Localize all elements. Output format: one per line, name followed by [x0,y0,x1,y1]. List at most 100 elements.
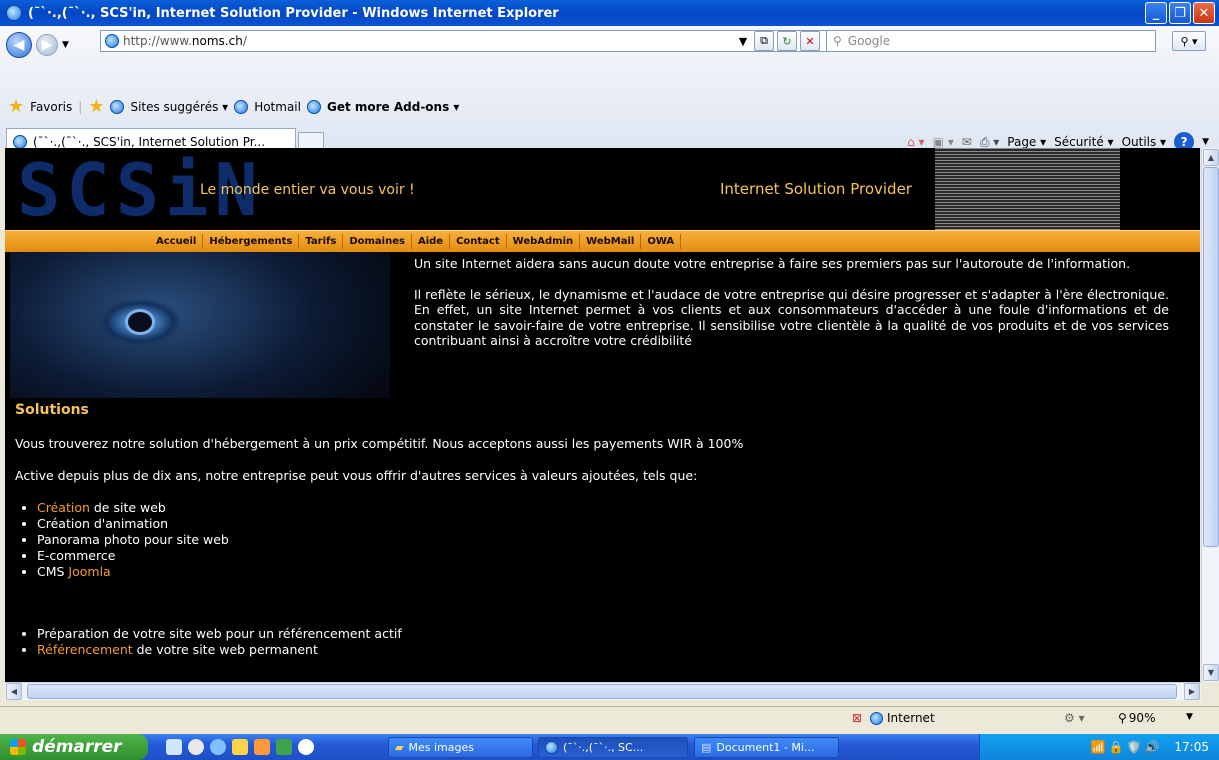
browser-toolbars: ◀ ▶ ▼ http://www. noms.ch / ▼ ⧉ ↻ ✕ ⚲ Goog… [0,26,1219,154]
address-prefix: http://www. [123,34,192,48]
list-item: Création de site web [37,500,229,516]
back-button[interactable]: ◀ [6,32,32,58]
quicklaunch-icon[interactable] [276,739,292,755]
solutions-heading: Solutions [15,402,89,418]
history-dropdown-icon[interactable]: ▼ [62,40,69,50]
quicklaunch-icon[interactable] [188,739,204,755]
menu-tarifs[interactable]: Tarifs [299,234,344,249]
intro-paragraph-1: Un site Internet aidera sans aucun doute… [414,256,1131,271]
tray-icons[interactable]: 📶🔒🛡️🔊 [1091,740,1163,754]
ie-icon [13,134,27,149]
menu-webmail[interactable]: WebMail [580,234,642,249]
creation-link[interactable]: Création [37,500,90,515]
hero-eye-image [10,252,390,398]
favorites-hotmail[interactable]: Hotmail [254,100,301,114]
menu-hebergements[interactable]: Hébergements [203,234,300,249]
taskbar-item-mes-images[interactable]: ▰ Mes images [388,737,533,758]
address-domain: noms.ch [191,34,243,48]
list-item: Préparation de votre site web pour un ré… [37,626,402,642]
word-icon: ▤ [701,741,712,754]
solutions-paragraph-1: Vous trouverez notre solution d'hébergem… [15,436,744,451]
taskbar-item-ie[interactable]: (¯`·.,(¯`·., SC... [538,737,688,758]
favorites-star-icon[interactable]: ★ [8,98,24,116]
quick-launch [166,739,314,755]
banner-decoration [935,148,1120,230]
system-tray: 📶🔒🛡️🔊 17:05 [979,734,1219,760]
favorites-get-addons[interactable]: Get more Add-ons ▾ [327,100,459,114]
taskbar-item-label: Mes images [408,741,474,754]
favorites-button[interactable]: Favoris [30,100,72,114]
page-menu[interactable]: Page ▾ [1007,135,1046,149]
chevron-down-icon[interactable]: ▼ [1202,137,1209,147]
minimize-button[interactable]: _ [1145,2,1167,24]
seo-list: Préparation de votre site web pour un ré… [37,626,402,658]
horizontal-scrollbar[interactable]: ◀ ▶ [5,682,1201,700]
hscroll-thumb[interactable] [27,684,1177,699]
list-item-text: de votre site web permanent [132,642,318,657]
security-menu[interactable]: Sécurité ▾ [1054,135,1113,149]
search-input[interactable]: ⚲ Google [826,30,1156,52]
vertical-scrollbar[interactable]: ▲ ▼ [1201,148,1219,682]
home-icon[interactable]: ⌂ ▾ [907,135,924,149]
menu-domaines[interactable]: Domaines [343,234,412,249]
zoom-level: 90% [1128,711,1156,725]
list-item: Création d'animation [37,516,229,532]
menu-aide[interactable]: Aide [412,234,451,249]
tools-menu[interactable]: Outils ▾ [1122,135,1167,149]
address-suffix: / [242,34,247,48]
scroll-up-button[interactable]: ▲ [1203,149,1219,166]
refresh-icon[interactable]: ↻ [777,31,797,51]
search-icon: ⚲ [833,34,842,48]
scroll-down-button[interactable]: ▼ [1203,664,1219,681]
quicklaunch-icon[interactable] [232,739,248,755]
address-dropdown-icon[interactable]: ▼ [733,31,753,51]
search-placeholder: Google [847,34,891,48]
zoom-icon: ⚲ [1118,711,1127,725]
feeds-icon[interactable]: ▣ ▾ [933,135,954,149]
site-tagline: Internet Solution Provider [720,180,912,198]
protected-mode-icon[interactable]: ⚙ ▾ [1064,711,1085,725]
menu-owa[interactable]: OWA [641,234,682,249]
services-list: Création de site web Création d'animatio… [37,500,229,580]
scroll-right-button[interactable]: ▶ [1184,683,1200,700]
security-zone[interactable]: Internet [870,711,935,725]
menu-webadmin[interactable]: WebAdmin [507,234,581,249]
window-title: (¯`·.,(¯`·., SCS'in, Internet Solution P… [28,5,559,21]
menu-contact[interactable]: Contact [450,234,507,249]
forward-button[interactable]: ▶ [36,34,58,56]
quicklaunch-icon[interactable] [298,739,314,755]
taskbar-item-word[interactable]: ▤ Document1 - Mi... [694,737,839,758]
list-item: Panorama photo pour site web [37,532,229,548]
ie-icon [6,5,22,21]
referencement-link[interactable]: Référencement [37,642,133,657]
popup-blocked-icon[interactable]: ⊠ [852,711,862,725]
scroll-left-button[interactable]: ◀ [6,683,22,700]
zoom-control[interactable]: ⚲ 90% [1118,711,1155,725]
joomla-link[interactable]: Joomla [68,564,110,579]
mail-icon[interactable]: ✉ [962,135,972,149]
tab-label: (¯`·.,(¯`·., SCS'in, Internet Solution P… [33,134,266,149]
intro-paragraph-2: Il reflète le sérieux, le dynamisme et l… [414,286,1169,349]
close-button[interactable]: ✕ [1193,2,1215,24]
stop-icon[interactable]: ✕ [800,31,820,51]
zoom-dropdown-icon[interactable]: ▼ [1186,712,1193,722]
list-item: CMS Joomla [37,564,229,580]
quicklaunch-icon[interactable] [254,739,270,755]
maximize-button[interactable]: ❐ [1169,2,1191,24]
quicklaunch-icon[interactable] [166,739,182,755]
search-go-button[interactable]: ⚲ ▾ [1172,31,1206,51]
compat-view-icon[interactable]: ⧉ [754,31,774,51]
add-favorite-icon[interactable]: ★ [88,98,104,116]
window-titlebar: (¯`·.,(¯`·., SCS'in, Internet Solution P… [0,0,1219,26]
zone-label: Internet [887,711,935,725]
site-banner: SCSiN Le monde entier va vous voir ! Int… [5,148,1200,230]
intro-text: Un site Internet aidera sans aucun doute… [414,256,1169,364]
favorites-sites-suggeres[interactable]: Sites suggérés ▾ [130,100,228,114]
ie-quicklaunch-icon[interactable] [210,739,226,755]
site-slogan: Le monde entier va vous voir ! [200,182,415,198]
start-button[interactable]: démarrer [0,734,148,760]
menu-accueil[interactable]: Accueil [150,234,204,249]
scroll-thumb[interactable] [1203,167,1219,547]
status-bar: ⊠ Internet ⚙ ▾ ⚲ 90% ▼ [0,706,1219,730]
address-bar[interactable]: http://www. noms.ch / [100,30,832,52]
